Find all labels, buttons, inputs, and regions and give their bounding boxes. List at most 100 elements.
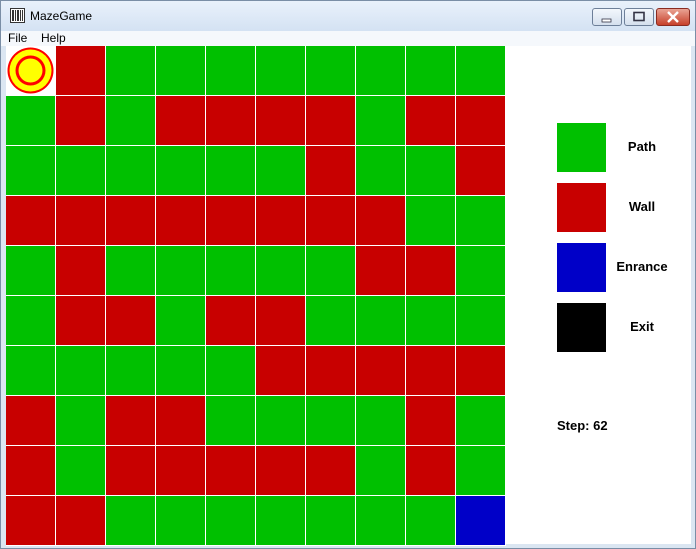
maze-cell-path (356, 446, 405, 495)
maze-cell-wall (306, 196, 355, 245)
maze-cell-path (206, 246, 255, 295)
maze-cell-path (256, 496, 305, 545)
maze-cell-wall (456, 146, 505, 195)
step-counter: Step: 62 (557, 418, 608, 433)
maze-cell-wall (206, 96, 255, 145)
maze-cell-wall (6, 496, 55, 545)
maze-cell-path (306, 246, 355, 295)
maze-cell-path (6, 46, 55, 95)
maze-cell-wall (456, 346, 505, 395)
maze-cell-path (456, 196, 505, 245)
maze-cell-path (56, 396, 105, 445)
maze-cell-wall (256, 446, 305, 495)
maze-cell-path (256, 46, 305, 95)
legend-path-swatch (557, 123, 606, 172)
maze-cell-path (356, 296, 405, 345)
game-area: Path Wall Enrance Exit Step: 62 (6, 46, 691, 546)
menu-help[interactable]: Help (41, 31, 66, 45)
close-button[interactable] (656, 8, 690, 26)
maze-cell-path (106, 496, 155, 545)
maze-cell-path (256, 246, 305, 295)
legend-path-label: Path (627, 139, 657, 154)
maze-cell-wall (6, 196, 55, 245)
maze-cell-wall (306, 146, 355, 195)
maze-cell-path (456, 446, 505, 495)
maze-cell-path (256, 396, 305, 445)
maze-cell-path (56, 146, 105, 195)
maze-cell-path (206, 46, 255, 95)
minimize-button[interactable] (592, 8, 622, 26)
title-bar[interactable]: MazeGame (1, 1, 695, 31)
app-window: MazeGame File Help Path Wall Enrance Exi… (0, 0, 696, 549)
maze-cell-path (6, 246, 55, 295)
maze-cell-path (106, 346, 155, 395)
minimize-icon (601, 18, 612, 23)
maze-cell-path (406, 196, 455, 245)
maze-cell-wall (406, 396, 455, 445)
maze-cell-wall (406, 96, 455, 145)
maximize-button[interactable] (624, 8, 654, 26)
maze-cell-path (106, 96, 155, 145)
maze-cell-path (206, 146, 255, 195)
maze-cell-path (106, 146, 155, 195)
maze-cell-wall (356, 246, 405, 295)
maze-cell-wall (456, 96, 505, 145)
maze-cell-path (406, 46, 455, 95)
maze-cell-path (456, 396, 505, 445)
maze-cell-wall (56, 196, 105, 245)
maze-board[interactable] (6, 46, 506, 546)
maze-cell-wall (106, 296, 155, 345)
menu-file[interactable]: File (8, 31, 27, 45)
maze-cell-path (356, 396, 405, 445)
maze-cell-path (156, 146, 205, 195)
maze-cell-wall (406, 346, 455, 395)
maze-cell-path (456, 296, 505, 345)
maze-cell-wall (256, 196, 305, 245)
maze-cell-wall (106, 446, 155, 495)
maze-cell-path (306, 396, 355, 445)
maze-cell-wall (56, 496, 105, 545)
maze-cell-path (306, 46, 355, 95)
legend-exit-label: Exit (630, 319, 654, 334)
maze-cell-wall (156, 446, 205, 495)
maze-cell-path (156, 496, 205, 545)
maze-cell-path (206, 496, 255, 545)
maze-cell-path (6, 346, 55, 395)
maze-cell-path (256, 146, 305, 195)
legend-entrance-label: Enrance (616, 259, 668, 274)
maze-cell-path (6, 296, 55, 345)
legend-entrance-swatch (557, 243, 606, 292)
maze-cell-wall (356, 346, 405, 395)
maze-cell-entrance (456, 496, 505, 545)
maze-cell-wall (306, 346, 355, 395)
close-icon (667, 11, 679, 23)
maze-cell-path (6, 146, 55, 195)
window-title: MazeGame (30, 9, 93, 23)
legend-exit-swatch (557, 303, 606, 352)
maze-cell-path (156, 346, 205, 395)
maze-cell-wall (306, 96, 355, 145)
app-icon (10, 8, 25, 23)
maze-cell-wall (56, 246, 105, 295)
maze-cell-wall (206, 446, 255, 495)
maze-cell-wall (156, 396, 205, 445)
maze-cell-path (406, 146, 455, 195)
maze-cell-wall (356, 196, 405, 245)
legend-wall-label: Wall (628, 199, 656, 214)
maze-cell-path (356, 146, 405, 195)
maze-cell-path (6, 96, 55, 145)
maze-cell-path (456, 46, 505, 95)
maze-cell-wall (306, 446, 355, 495)
maze-cell-path (306, 496, 355, 545)
maze-cell-wall (156, 96, 205, 145)
maze-cell-wall (6, 396, 55, 445)
maze-cell-wall (406, 246, 455, 295)
maze-cell-wall (406, 446, 455, 495)
maze-cell-wall (106, 196, 155, 245)
maze-cell-wall (56, 96, 105, 145)
maze-cell-path (206, 346, 255, 395)
maze-cell-path (106, 46, 155, 95)
menu-bar: File Help (1, 31, 695, 46)
maze-cell-path (106, 246, 155, 295)
maze-cell-path (206, 396, 255, 445)
